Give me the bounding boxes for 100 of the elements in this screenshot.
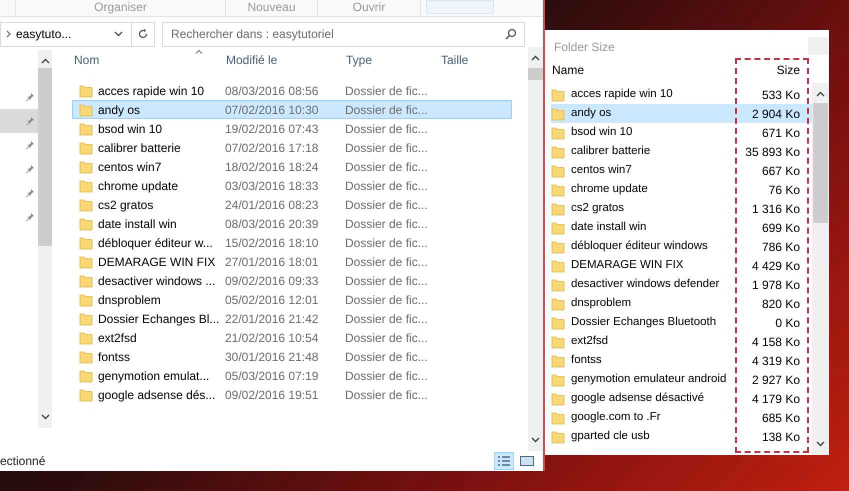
column-header[interactable]: Modifié le <box>224 51 344 69</box>
folder-row[interactable]: google adsense désactivé 4 179 Ko <box>551 389 812 408</box>
file-row[interactable]: acces rapide win 10 08/03/2016 08:56 Dossier de fic... <box>72 81 512 100</box>
folder-size: 2 927 Ko <box>752 372 800 388</box>
file-name: cs2 gratos <box>97 196 154 214</box>
scroll-thumb[interactable] <box>528 68 543 80</box>
file-name: chrome update <box>97 178 180 194</box>
file-row[interactable]: cs2 gratos 24/01/2016 08:23 Dossier de fic... <box>72 195 512 214</box>
column-header[interactable]: Name <box>551 61 584 79</box>
folder-row[interactable]: date install win 699 Ko <box>551 218 812 237</box>
folder-row[interactable]: gparted cle usb 138 Ko <box>551 427 812 446</box>
scroll-down-icon[interactable] <box>816 441 825 447</box>
file-row[interactable]: fontss 30/01/2016 21:48 Dossier de fic... <box>72 347 512 366</box>
folder-row[interactable]: andy os 2 904 Ko <box>551 104 812 123</box>
folder-row[interactable]: fontss 4 319 Ko <box>551 351 812 370</box>
folder-row[interactable]: genymotion emulateur android 2 927 Ko <box>551 370 812 389</box>
scroll-down-icon[interactable] <box>531 437 540 443</box>
scroll-up-icon[interactable] <box>531 55 540 61</box>
file-row[interactable]: DEMARAGE WIN FIX 27/01/2016 18:01 Dossier de fic... <box>72 252 512 271</box>
pin-icon <box>25 212 35 222</box>
folder-name: débloquer éditeur windows <box>570 238 709 254</box>
scrollbar[interactable] <box>528 47 543 451</box>
folder-row[interactable]: dnsproblem 820 Ko <box>551 294 812 313</box>
ribbon-group-label: Nouveau <box>226 0 318 16</box>
file-row[interactable]: date install win 08/03/2016 20:39 Dossier de fic... <box>72 214 512 233</box>
refresh-icon[interactable] <box>137 28 149 40</box>
search-icon[interactable] <box>505 28 517 40</box>
modified-date: 08/03/2016 20:39 <box>224 216 320 232</box>
search-field[interactable]: Rechercher dans : easytutoriel <box>162 22 525 46</box>
folder-name: acces rapide win 10 <box>570 86 674 102</box>
folder-icon <box>79 274 93 288</box>
quick-access-item[interactable] <box>0 109 38 133</box>
details-view-button[interactable] <box>494 452 514 470</box>
scroll-up-icon[interactable] <box>40 58 50 64</box>
file-type: Dossier de fic... <box>344 216 429 232</box>
folder-row[interactable]: Dossier Echanges Bluetooth 0 Ko <box>551 313 812 332</box>
file-row[interactable]: débloquer éditeur w... 15/02/2016 18:10 Dossier de fic... <box>72 233 512 252</box>
scroll-up-icon[interactable] <box>816 91 825 97</box>
file-name: andy os <box>97 102 142 118</box>
scrollbar[interactable] <box>812 83 829 455</box>
folder-row[interactable]: ext2fsd 4 158 Ko <box>551 332 812 351</box>
folder-size: 667 Ko <box>762 162 800 180</box>
folder-row[interactable]: calibrer batterie 35 893 Ko <box>551 142 812 161</box>
folder-name: dnsproblem <box>570 296 632 311</box>
folder-row[interactable]: centos win7 667 Ko <box>551 161 812 180</box>
file-row[interactable]: google adsense dés... 09/02/2016 19:51 Dossier de fic... <box>72 385 512 404</box>
file-row[interactable]: centos win7 18/02/2016 18:24 Dossier de fic... <box>72 157 512 176</box>
modified-date: 05/03/2016 07:19 <box>224 368 320 384</box>
folder-row[interactable]: bsod win 10 671 Ko <box>551 123 812 142</box>
folder-icon <box>79 236 93 250</box>
column-header[interactable]: Nom <box>72 51 224 69</box>
ribbon-button[interactable] <box>426 0 494 14</box>
folder-row[interactable]: google.com to .Fr 685 Ko <box>551 408 812 427</box>
file-row[interactable]: andy os 07/02/2016 10:30 Dossier de fic... <box>72 100 512 119</box>
folder-name: genymotion emulateur android <box>570 372 728 387</box>
pin-icon <box>25 140 35 150</box>
folder-size: 1 978 Ko <box>752 276 800 294</box>
folder-icon <box>551 202 565 216</box>
folder-size: 138 Ko <box>762 428 800 446</box>
folder-row[interactable]: chrome update 76 Ko <box>551 180 812 199</box>
folder-row[interactable]: acces rapide win 10 533 Ko <box>551 85 812 104</box>
file-row[interactable]: Dossier Echanges Bl... 22/01/2016 21:42 Dossier de fic... <box>72 309 512 328</box>
scroll-thumb[interactable] <box>813 103 828 223</box>
file-type: Dossier de fic... <box>344 178 429 194</box>
column-header[interactable]: Type <box>344 51 439 69</box>
folder-row[interactable]: desactiver windows defender 1 978 Ko <box>551 275 812 294</box>
folder-icon <box>79 84 93 98</box>
scrollbar[interactable] <box>38 50 52 428</box>
modified-date: 08/03/2016 08:56 <box>224 82 320 100</box>
pin-icon <box>25 188 35 198</box>
folder-icon <box>551 240 565 254</box>
scroll-down-icon[interactable] <box>40 414 50 420</box>
file-row[interactable]: desactiver windows ... 09/02/2016 09:33 Dossier de fic... <box>72 271 512 290</box>
file-row[interactable]: ext2fsd 21/02/2016 10:54 Dossier de fic... <box>72 328 512 347</box>
modified-date: 19/02/2016 07:43 <box>224 120 320 138</box>
address-bar[interactable]: easytuto... <box>0 22 155 46</box>
file-row[interactable]: dnsproblem 05/02/2016 12:01 Dossier de fic... <box>72 290 512 309</box>
scroll-thumb[interactable] <box>38 68 52 246</box>
file-row[interactable]: chrome update 03/03/2016 18:33 Dossier de fic... <box>72 176 512 195</box>
folder-size: 533 Ko <box>762 86 800 104</box>
folder-icon <box>79 388 93 402</box>
close-button[interactable] <box>808 37 828 55</box>
folder-icon <box>551 106 565 120</box>
file-row[interactable]: bsod win 10 19/02/2016 07:43 Dossier de fic... <box>72 119 512 138</box>
pin-icon <box>25 92 35 102</box>
column-header[interactable]: Size <box>776 61 800 79</box>
folder-icon <box>79 330 93 344</box>
folder-name: gparted cle usb <box>570 428 651 444</box>
file-type: Dossier de fic... <box>344 330 429 346</box>
file-row[interactable]: genymotion emulat... 05/03/2016 07:19 Dossier de fic... <box>72 366 512 385</box>
folder-row[interactable]: DEMARAGE WIN FIX 4 429 Ko <box>551 256 812 275</box>
folder-row[interactable]: cs2 gratos 1 316 Ko <box>551 199 812 218</box>
file-name: DEMARAGE WIN FIX <box>97 254 216 270</box>
modified-date: 24/01/2016 08:23 <box>224 196 320 214</box>
dropdown-caret-icon[interactable] <box>114 31 123 37</box>
folder-name: chrome update <box>570 182 649 197</box>
file-row[interactable]: calibrer batterie 07/02/2016 17:18 Dossier de fic... <box>72 138 512 157</box>
folder-size: 4 319 Ko <box>752 352 800 370</box>
column-header[interactable]: Taille <box>439 51 519 69</box>
folder-row[interactable]: débloquer éditeur windows 786 Ko <box>551 237 812 256</box>
